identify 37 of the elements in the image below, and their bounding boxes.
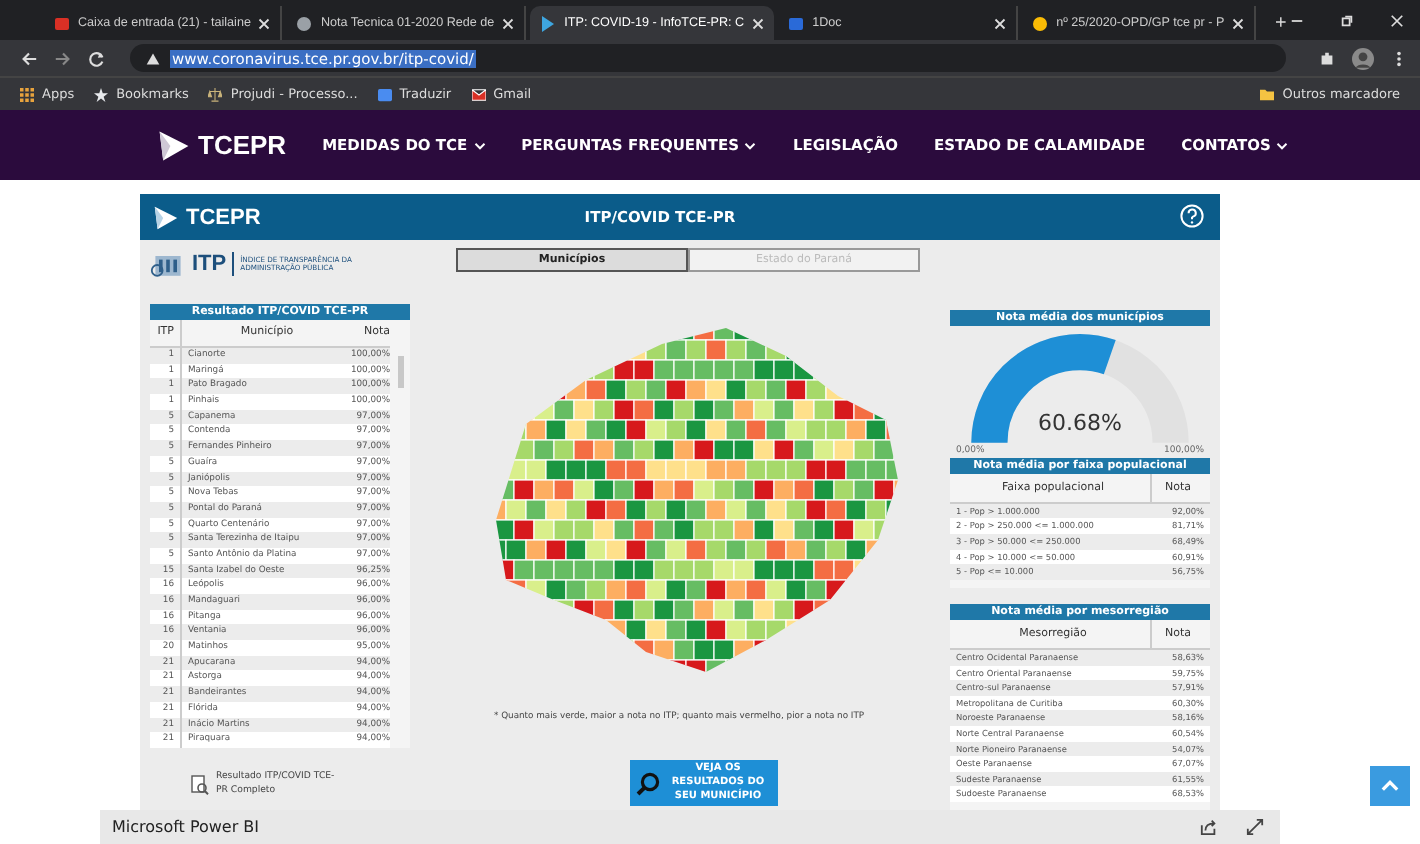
- minimize-icon[interactable]: [1290, 14, 1304, 28]
- chevron-down-icon: [744, 139, 757, 151]
- close-icon[interactable]: [1232, 17, 1245, 29]
- document-search-icon: [190, 774, 210, 797]
- report-logo: TCEPR: [186, 205, 261, 229]
- avatar-icon[interactable]: [1352, 47, 1374, 69]
- close-icon[interactable]: [752, 17, 765, 29]
- chevron-down-icon: [1276, 139, 1289, 151]
- forward-icon[interactable]: [54, 49, 72, 67]
- folder-icon: [1260, 87, 1275, 101]
- puzzle-icon[interactable]: [1318, 49, 1336, 67]
- warning-icon: [146, 51, 160, 65]
- scale-icon: [208, 87, 223, 101]
- site-logo[interactable]: TCEPR: [198, 130, 287, 160]
- restore-icon[interactable]: [1340, 14, 1354, 28]
- scrollbar[interactable]: [398, 356, 404, 388]
- star-icon: [94, 87, 109, 101]
- chevron-down-icon: [473, 139, 486, 151]
- itp-logo-text: ITP: [192, 252, 235, 276]
- search-icon: [636, 771, 660, 795]
- logo-icon: [152, 201, 180, 233]
- close-icon[interactable]: [1390, 14, 1404, 28]
- scroll-to-top-button[interactable]: [1370, 766, 1410, 806]
- reload-icon[interactable]: [88, 49, 106, 67]
- share-icon[interactable]: [1200, 818, 1218, 836]
- help-icon[interactable]: [1180, 204, 1204, 228]
- circle-icon: [1032, 15, 1049, 31]
- close-icon[interactable]: [258, 17, 271, 29]
- gauge-value: 60.68%: [1036, 410, 1124, 436]
- close-icon[interactable]: [994, 17, 1007, 29]
- expand-icon[interactable]: [1246, 818, 1264, 836]
- play-icon: [540, 15, 557, 31]
- grid-icon: [20, 87, 34, 101]
- plus-icon[interactable]: [1276, 14, 1286, 30]
- close-icon[interactable]: [502, 17, 515, 29]
- footer-label: Microsoft Power BI: [112, 818, 262, 836]
- back-icon[interactable]: [20, 49, 38, 67]
